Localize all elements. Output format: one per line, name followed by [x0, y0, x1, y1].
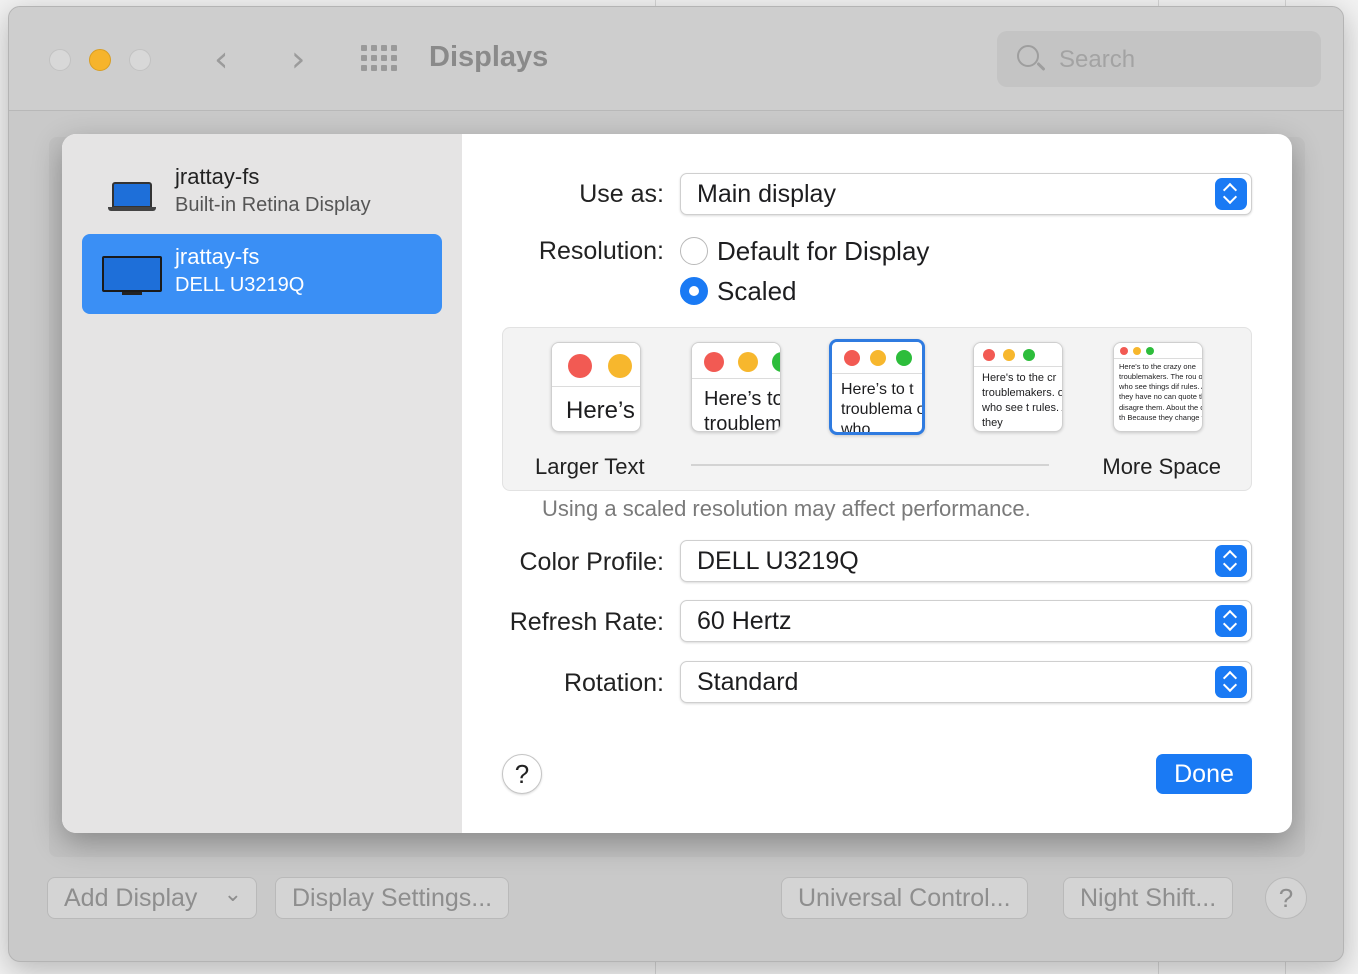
display-settings-sheet: jrattay-fs Built-in Retina Display jratt…: [62, 134, 1292, 833]
display-settings-button[interactable]: Display Settings...: [275, 877, 510, 919]
monitor-foot: [122, 292, 142, 295]
universal-control-button[interactable]: Universal Control...: [781, 877, 1028, 919]
help-button-window[interactable]: ?: [1265, 877, 1307, 919]
display-list-sidebar: jrattay-fs Built-in Retina Display jratt…: [62, 134, 462, 833]
done-button[interactable]: Done: [1156, 754, 1252, 794]
thumb-titlebar: [1114, 343, 1202, 359]
red-dot-icon: [983, 349, 995, 361]
thumb-text: Here's to the cr troublemakers. ones who…: [982, 372, 1062, 429]
laptop-icon: [112, 182, 152, 208]
yellow-dot-icon: [1133, 347, 1141, 355]
zoom-window-button[interactable]: [129, 49, 151, 71]
thumb-titlebar: [552, 343, 640, 387]
show-all-grid-icon[interactable]: [361, 45, 401, 75]
night-shift-button[interactable]: Night Shift...: [1063, 877, 1234, 919]
search-placeholder: Search: [1059, 46, 1136, 73]
green-dot-icon: [896, 350, 912, 366]
scale-option-1[interactable]: Here’s: [551, 342, 641, 432]
popup-stepper-icon: [1215, 666, 1247, 698]
close-window-button[interactable]: [49, 49, 71, 71]
add-display-label: Add Display: [64, 884, 198, 912]
laptop-base: [108, 207, 156, 211]
scaled-resolution-picker: Here’s Here’s to troublem Here’s to t tr…: [502, 327, 1252, 491]
display-list-item-dell[interactable]: jrattay-fs DELL U3219Q: [82, 234, 442, 314]
display-subtitle: Built-in Retina Display: [175, 194, 371, 216]
yellow-dot-icon: [738, 352, 758, 372]
green-dot-icon: [1023, 349, 1035, 361]
help-button[interactable]: ?: [502, 754, 542, 794]
monitor-icon: [102, 256, 162, 292]
rotation-popup[interactable]: Standard: [680, 661, 1252, 703]
thumb-text: Here’s: [566, 397, 635, 424]
thumb-text: Here's to the crazy one troublemakers. T…: [1119, 362, 1203, 422]
rotation-value: Standard: [697, 668, 799, 696]
back-arrow-icon[interactable]: ‹: [214, 39, 228, 80]
scale-option-2[interactable]: Here’s to troublem: [691, 342, 781, 432]
chevron-down-icon: ⌄: [223, 881, 242, 906]
display-name: jrattay-fs: [175, 164, 260, 189]
radio-scaled-label: Scaled: [717, 276, 797, 306]
scale-option-3-selected[interactable]: Here’s to t troublema ones who: [829, 339, 925, 435]
larger-text-label: Larger Text: [535, 454, 645, 479]
add-display-button[interactable]: Add Display ⌄: [47, 877, 257, 919]
refresh-rate-popup[interactable]: 60 Hertz: [680, 600, 1252, 642]
green-dot-icon: [1146, 347, 1154, 355]
yellow-dot-icon: [608, 354, 632, 378]
scale-option-5[interactable]: Here's to the crazy one troublemakers. T…: [1113, 342, 1203, 432]
scale-slider-track: [691, 464, 1049, 466]
display-subtitle: DELL U3219Q: [175, 274, 305, 296]
titlebar: ‹ › Displays Search: [9, 7, 1343, 111]
forward-arrow-icon[interactable]: ›: [291, 39, 305, 80]
use-as-popup[interactable]: Main display: [680, 173, 1252, 215]
popup-stepper-icon: [1215, 605, 1247, 637]
yellow-dot-icon: [1003, 349, 1015, 361]
thumb-titlebar: [832, 342, 922, 374]
color-profile-popup[interactable]: DELL U3219Q: [680, 540, 1252, 582]
thumb-titlebar: [692, 343, 780, 379]
radio-scaled[interactable]: [680, 277, 708, 305]
thumb-titlebar: [974, 343, 1062, 367]
display-name: jrattay-fs: [175, 244, 260, 269]
refresh-rate-value: 60 Hertz: [697, 607, 792, 635]
use-as-value: Main display: [697, 180, 836, 208]
use-as-label: Use as:: [579, 180, 664, 208]
green-dot-icon: [772, 352, 780, 372]
popup-stepper-icon: [1215, 545, 1247, 577]
popup-stepper-icon: [1215, 178, 1247, 210]
yellow-dot-icon: [870, 350, 886, 366]
red-dot-icon: [844, 350, 860, 366]
performance-note: Using a scaled resolution may affect per…: [542, 496, 1031, 521]
display-list-item-builtin[interactable]: jrattay-fs Built-in Retina Display: [82, 154, 442, 234]
scale-option-4[interactable]: Here's to the cr troublemakers. ones who…: [973, 342, 1063, 432]
rotation-label: Rotation:: [563, 669, 664, 697]
window-title: Displays: [429, 41, 549, 73]
more-space-label: More Space: [1102, 454, 1221, 479]
minimize-window-button[interactable]: [89, 49, 111, 71]
thumb-text: Here’s to t troublema ones who: [841, 381, 925, 435]
search-field[interactable]: Search: [997, 31, 1321, 87]
red-dot-icon: [704, 352, 724, 372]
search-icon: [1017, 45, 1039, 67]
resolution-label: Resolution:: [538, 237, 664, 265]
refresh-rate-label: Refresh Rate:: [509, 608, 664, 636]
radio-default-for-display[interactable]: [680, 237, 708, 265]
radio-default-label: Default for Display: [717, 236, 930, 266]
color-profile-label: Color Profile:: [519, 548, 665, 576]
thumb-text: Here’s to troublem: [704, 388, 781, 432]
red-dot-icon: [1120, 347, 1128, 355]
red-dot-icon: [568, 354, 592, 378]
color-profile-value: DELL U3219Q: [697, 547, 859, 575]
